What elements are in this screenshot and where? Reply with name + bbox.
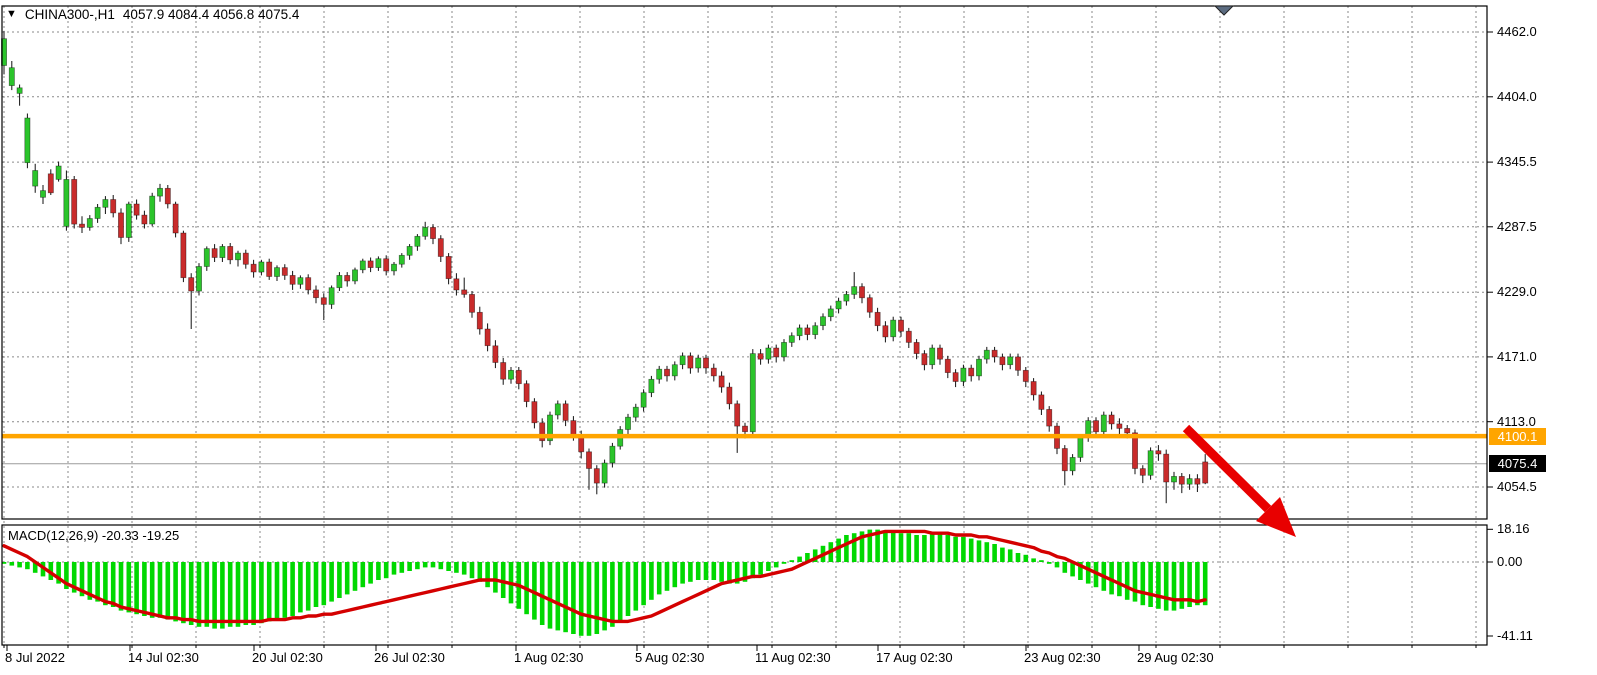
time-tick-label: 8 Jul 2022 xyxy=(5,650,65,665)
time-tick-label: 29 Aug 02:30 xyxy=(1137,650,1214,665)
ohlc-readout: 4057.9 4084.4 4056.8 4075.4 xyxy=(123,7,299,22)
price-tick-label: 4287.5 xyxy=(1497,219,1537,234)
macd-tick-label: 18.16 xyxy=(1497,521,1530,536)
price-tick-label: 4404.0 xyxy=(1497,89,1537,104)
price-tick-label: 4054.5 xyxy=(1497,479,1537,494)
price-tick-label: 4462.0 xyxy=(1497,24,1537,39)
price-tick-label: 4345.5 xyxy=(1497,154,1537,169)
time-tick-label: 17 Aug 02:30 xyxy=(876,650,953,665)
chart-header: ▼ CHINA300-,H1 4057.9 4084.4 4056.8 4075… xyxy=(6,7,299,22)
chart-canvas[interactable] xyxy=(0,0,1597,675)
macd-tick-label: 0.00 xyxy=(1497,554,1522,569)
symbol-label: CHINA300-,H1 xyxy=(25,7,115,22)
time-tick-label: 26 Jul 02:30 xyxy=(374,650,445,665)
time-tick-label: 14 Jul 02:30 xyxy=(128,650,199,665)
time-tick-label: 1 Aug 02:30 xyxy=(514,650,583,665)
macd-tick-label: -41.11 xyxy=(1497,628,1533,643)
time-tick-label: 11 Aug 02:30 xyxy=(755,650,831,665)
price-tick-label: 4113.0 xyxy=(1497,414,1536,429)
indicator-label: MACD(12,26,9) -20.33 -19.25 xyxy=(8,528,179,543)
time-tick-label: 5 Aug 02:30 xyxy=(635,650,704,665)
current-price-label: 4075.4 xyxy=(1489,455,1546,472)
chart-window: ▼ CHINA300-,H1 4057.9 4084.4 4056.8 4075… xyxy=(0,0,1597,675)
hline-price-label: 4100.1 xyxy=(1489,428,1546,445)
price-tick-label: 4229.0 xyxy=(1497,284,1537,299)
time-tick-label: 23 Aug 02:30 xyxy=(1024,650,1101,665)
time-tick-label: 20 Jul 02:30 xyxy=(252,650,323,665)
price-tick-label: 4171.0 xyxy=(1497,349,1537,364)
symbol-dropdown-icon[interactable]: ▼ xyxy=(6,9,17,20)
